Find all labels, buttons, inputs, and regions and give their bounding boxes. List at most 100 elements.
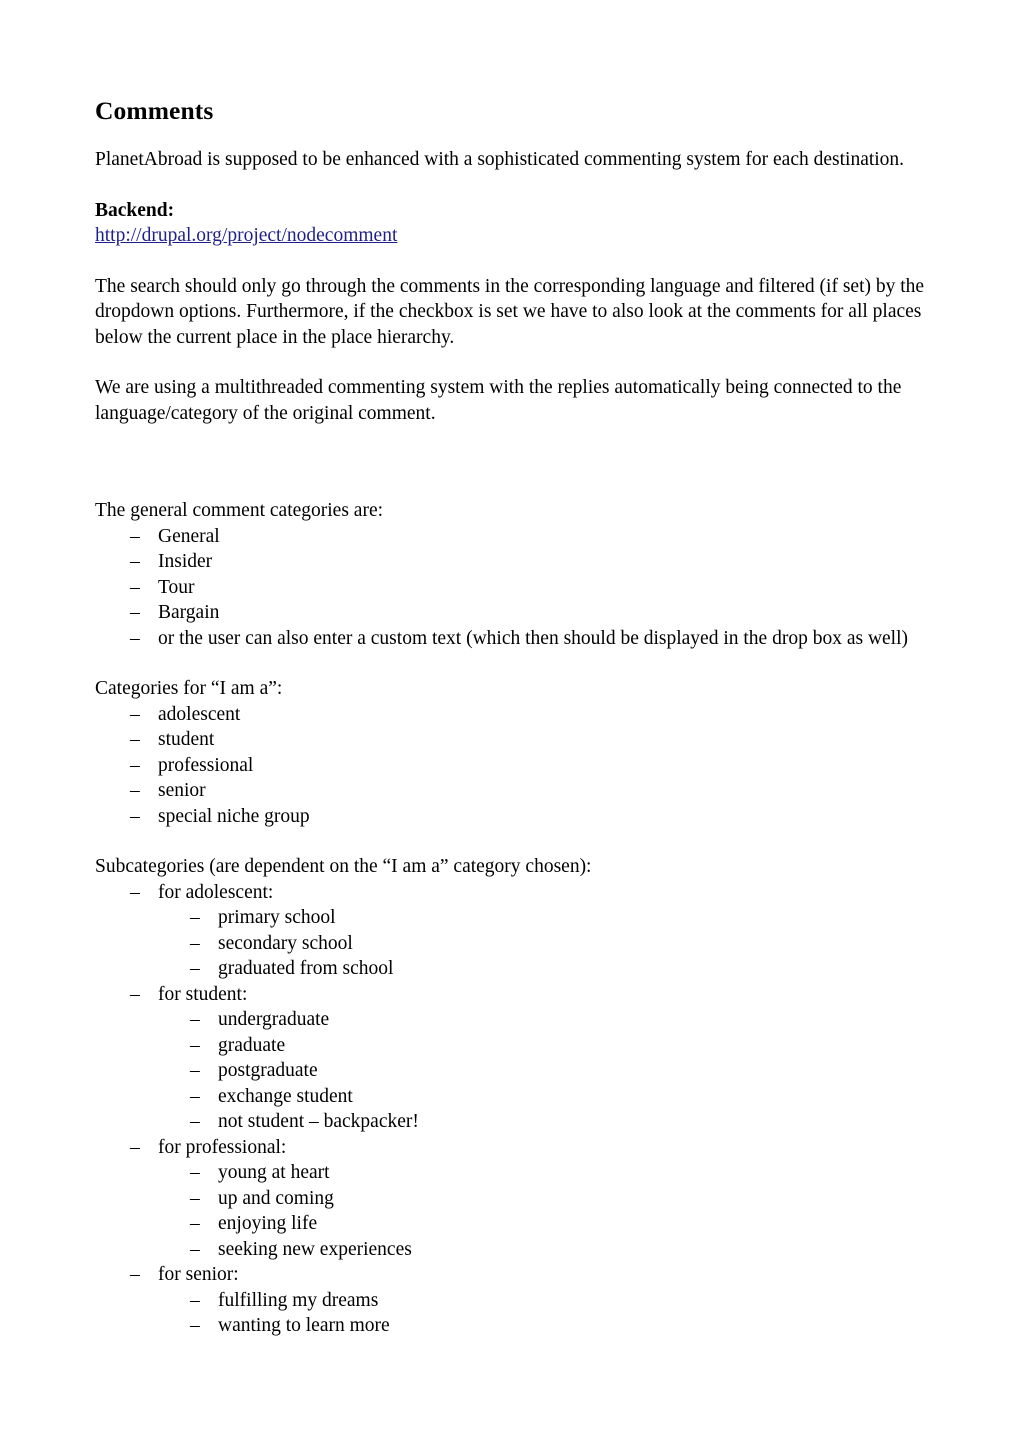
backend-link-line: http://drupal.org/project/nodecomment — [95, 223, 927, 249]
dash-bullet-icon: – — [130, 881, 140, 903]
dash-bullet-icon: – — [190, 1289, 200, 1311]
document-content: Comments PlanetAbroad is supposed to be … — [95, 96, 927, 1339]
page-title: Comments — [95, 96, 214, 125]
list-item-label: undergraduate — [218, 1009, 330, 1030]
list-item: – young at heart — [190, 1160, 927, 1186]
list-item: – up and coming — [190, 1186, 927, 1212]
list-item-label: adolescent — [158, 703, 241, 725]
list-item-label: young at heart — [218, 1162, 330, 1183]
list-item: – enjoying life — [190, 1211, 927, 1237]
list-item: – secondary school — [190, 931, 927, 957]
list-item-label: student — [158, 729, 215, 750]
dash-bullet-icon: – — [130, 627, 140, 649]
list-item-label: General — [158, 525, 220, 547]
subcategory-items-adolescent: – primary school – secondary school – gr… — [190, 905, 927, 982]
dash-bullet-icon: – — [130, 1136, 140, 1158]
dash-bullet-icon: – — [130, 1264, 140, 1285]
dash-bullet-icon: – — [190, 1060, 200, 1081]
general-categories-heading: The general comment categories are: — [95, 500, 384, 521]
list-item: – for student: – undergraduate – graduat… — [130, 982, 927, 1135]
list-item: – graduated from school — [190, 956, 927, 982]
list-item-label: enjoying life — [218, 1213, 318, 1234]
list-item: – Tour — [130, 575, 927, 601]
list-item: – exchange student — [190, 1084, 927, 1110]
dash-bullet-icon: – — [130, 551, 140, 572]
list-item-label: senior — [158, 780, 206, 801]
dash-bullet-icon: – — [130, 805, 140, 827]
dash-bullet-icon: – — [130, 576, 140, 598]
list-item: – or the user can also enter a custom te… — [130, 626, 927, 652]
list-item: – for professional: – young at heart – u… — [130, 1135, 927, 1263]
list-item-label: postgraduate — [218, 1060, 318, 1081]
subcategory-items-senior: – fulfilling my dreams – wanting to lear… — [190, 1288, 927, 1339]
list-item: – special niche group — [130, 804, 927, 830]
general-categories-list: – General – Insider – Tour – Bargain – o… — [130, 524, 927, 652]
list-item: – postgraduate — [190, 1058, 927, 1084]
list-item: – Insider — [130, 549, 927, 575]
list-item: – graduate — [190, 1033, 927, 1059]
list-item-label: Bargain — [158, 602, 220, 623]
list-item: – student — [130, 727, 927, 753]
list-item-label: graduated from school — [218, 958, 394, 979]
list-item: – senior — [130, 778, 927, 804]
dash-bullet-icon: – — [190, 1034, 200, 1056]
list-item: – wanting to learn more — [190, 1313, 927, 1339]
subcategories-list: – for adolescent: – primary school – sec… — [130, 880, 927, 1339]
list-item-label: wanting to learn more — [218, 1315, 390, 1336]
list-item: – adolescent — [130, 702, 927, 728]
list-item-label: seeking new experiences — [218, 1238, 412, 1260]
dash-bullet-icon: – — [190, 958, 200, 979]
dash-bullet-icon: – — [130, 602, 140, 623]
dash-bullet-icon: – — [130, 754, 140, 776]
list-item: – not student – backpacker! — [190, 1109, 927, 1135]
list-item: – primary school — [190, 905, 927, 931]
list-item-label: graduate — [218, 1034, 286, 1056]
i-am-a-list: – adolescent – student – professional – … — [130, 702, 927, 830]
list-item: – seeking new experiences — [190, 1237, 927, 1263]
list-item: – fulfilling my dreams — [190, 1288, 927, 1314]
list-item-label: Tour — [158, 576, 195, 598]
dash-bullet-icon: – — [130, 780, 140, 801]
dash-bullet-icon: – — [190, 1238, 200, 1260]
dash-bullet-icon: – — [190, 1111, 200, 1132]
list-item-label: secondary school — [218, 932, 353, 954]
i-am-a-heading: Categories for “I am a”: — [95, 678, 283, 699]
dash-bullet-icon: – — [190, 907, 200, 928]
list-item: – General — [130, 524, 927, 550]
list-item-label: special niche group — [158, 805, 310, 827]
list-item-label: up and coming — [218, 1187, 334, 1209]
subcategory-items-student: – undergraduate – graduate – postgraduat… — [190, 1007, 927, 1135]
backend-label: Backend: — [95, 199, 175, 221]
list-item-label: or the user can also enter a custom text… — [158, 627, 909, 649]
list-item-label: primary school — [218, 907, 336, 928]
list-item-label: professional — [158, 754, 254, 776]
dash-bullet-icon: – — [130, 729, 140, 750]
dash-bullet-icon: – — [190, 1085, 200, 1107]
subcategory-group-label: for senior: — [158, 1264, 239, 1285]
list-item-label: fulfilling my dreams — [218, 1289, 379, 1311]
document-page: Comments PlanetAbroad is supposed to be … — [0, 0, 1020, 1443]
backend-url-link[interactable]: http://drupal.org/project/nodecomment — [95, 223, 397, 249]
subcategory-items-professional: – young at heart – up and coming – enjoy… — [190, 1160, 927, 1262]
dash-bullet-icon: – — [190, 1009, 200, 1030]
search-behavior-paragraph: The search should only go through the co… — [95, 275, 925, 348]
dash-bullet-icon: – — [130, 983, 140, 1005]
subcategory-group-label: for professional: — [158, 1136, 287, 1158]
dash-bullet-icon: – — [190, 1187, 200, 1209]
list-item-label: not student – backpacker! — [218, 1111, 419, 1132]
dash-bullet-icon: – — [190, 1213, 200, 1234]
dash-bullet-icon: – — [190, 932, 200, 954]
list-item: – for adolescent: – primary school – sec… — [130, 880, 927, 982]
list-item-label: exchange student — [218, 1085, 353, 1107]
subcategory-group-label: for adolescent: — [158, 881, 274, 903]
dash-bullet-icon: – — [130, 525, 140, 547]
list-item-label: Insider — [158, 551, 213, 572]
dash-bullet-icon: – — [190, 1315, 200, 1336]
multithread-paragraph: We are using a multithreaded commenting … — [95, 377, 902, 424]
list-item: – undergraduate — [190, 1007, 927, 1033]
dash-bullet-icon: – — [190, 1162, 200, 1183]
subcategories-heading: Subcategories (are dependent on the “I a… — [95, 856, 592, 877]
